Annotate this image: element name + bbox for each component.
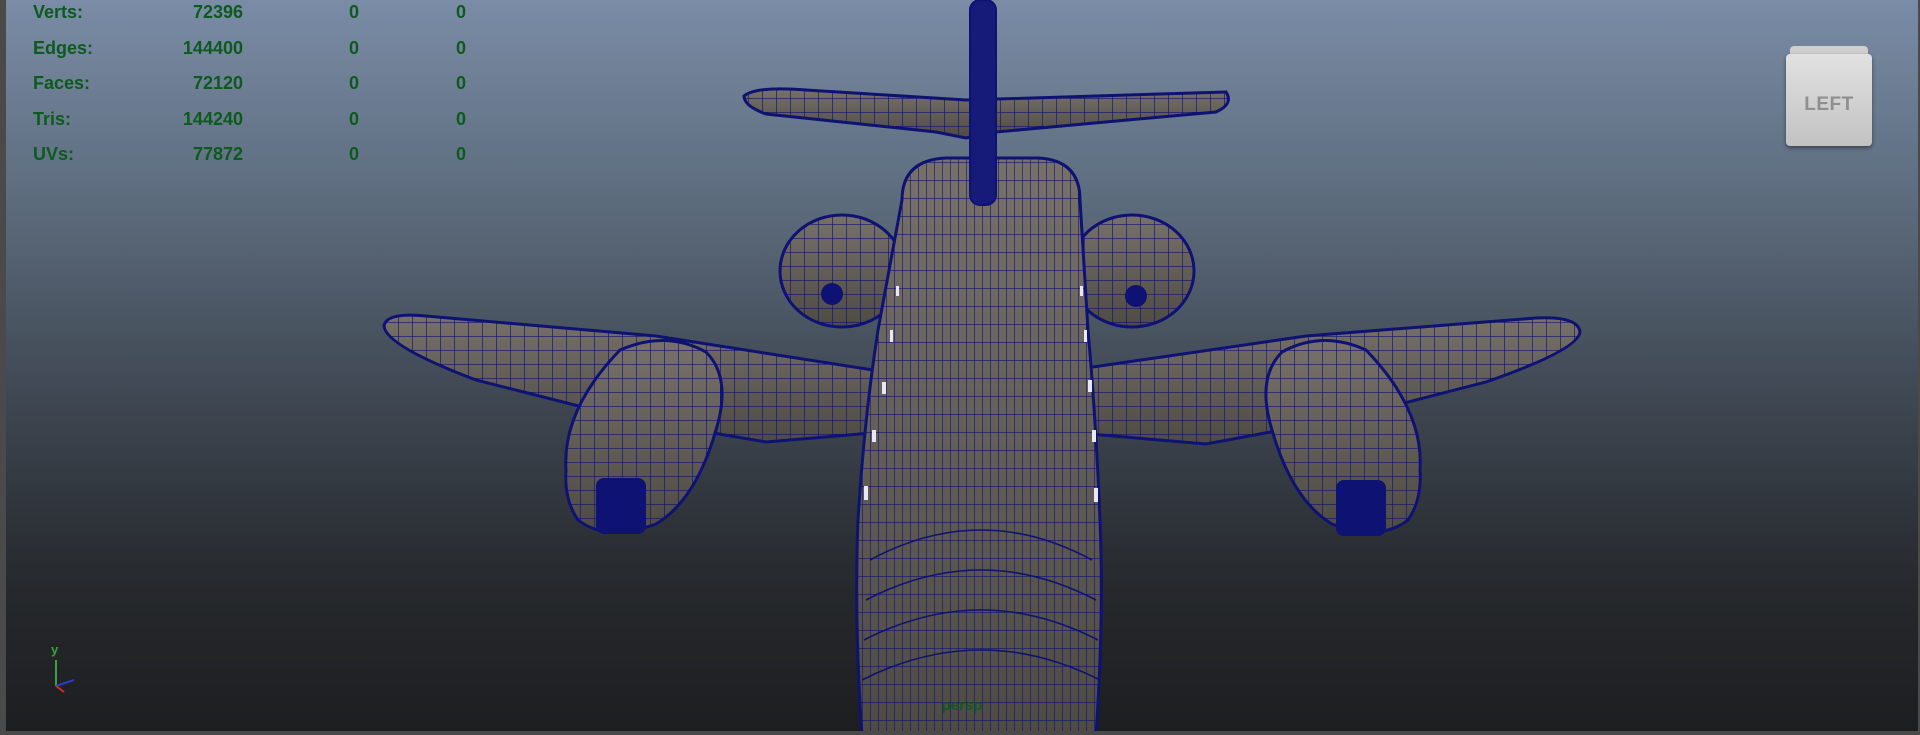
view-cube[interactable]: LEFT [1782,46,1876,150]
hud-stat-triangles: 0 [455,2,466,22]
hud-stat-label: Edges: [33,37,94,58]
hud-stat-selected: 0 [348,144,359,164]
view-cube-label: LEFT [1804,94,1854,115]
hud-stat-selected: 0 [348,73,359,93]
hud-stat-selected: 0 [348,37,359,58]
hud-stat-selected: 0 [348,2,359,22]
hud-stat-value: 77872 [192,144,243,164]
hud-stat-triangles: 0 [455,37,466,58]
hud-stat-label: Tris: [33,108,72,129]
fuselage [855,156,1103,731]
viewport-persp[interactable]: Verts: 72396 0 0 Edges: 144400 0 0 Faces: 72120 0 0… [6,0,1918,731]
hud-stat-label: Faces: [33,73,91,93]
axis-y-label: y [51,642,59,657]
hud-stat-triangles: 0 [455,108,466,129]
axis-gizmo: y [44,642,94,696]
hud-stat-triangles: 0 [455,73,466,93]
hud-stat-selected: 0 [348,108,359,129]
hud-stat-value: 72396 [192,2,243,22]
hud-stat-value: 144400 [182,37,243,58]
hud-stat-value: 72120 [192,73,243,93]
camera-name-label: persp [941,697,983,714]
hud-stat-label: UVs: [33,144,75,164]
vertical-fin [969,0,997,206]
hud-stat-label: Verts: [33,2,84,22]
hud-stat-triangles: 0 [455,144,466,164]
right-pod [1068,213,1196,329]
hud-stat-value: 144240 [182,108,243,129]
